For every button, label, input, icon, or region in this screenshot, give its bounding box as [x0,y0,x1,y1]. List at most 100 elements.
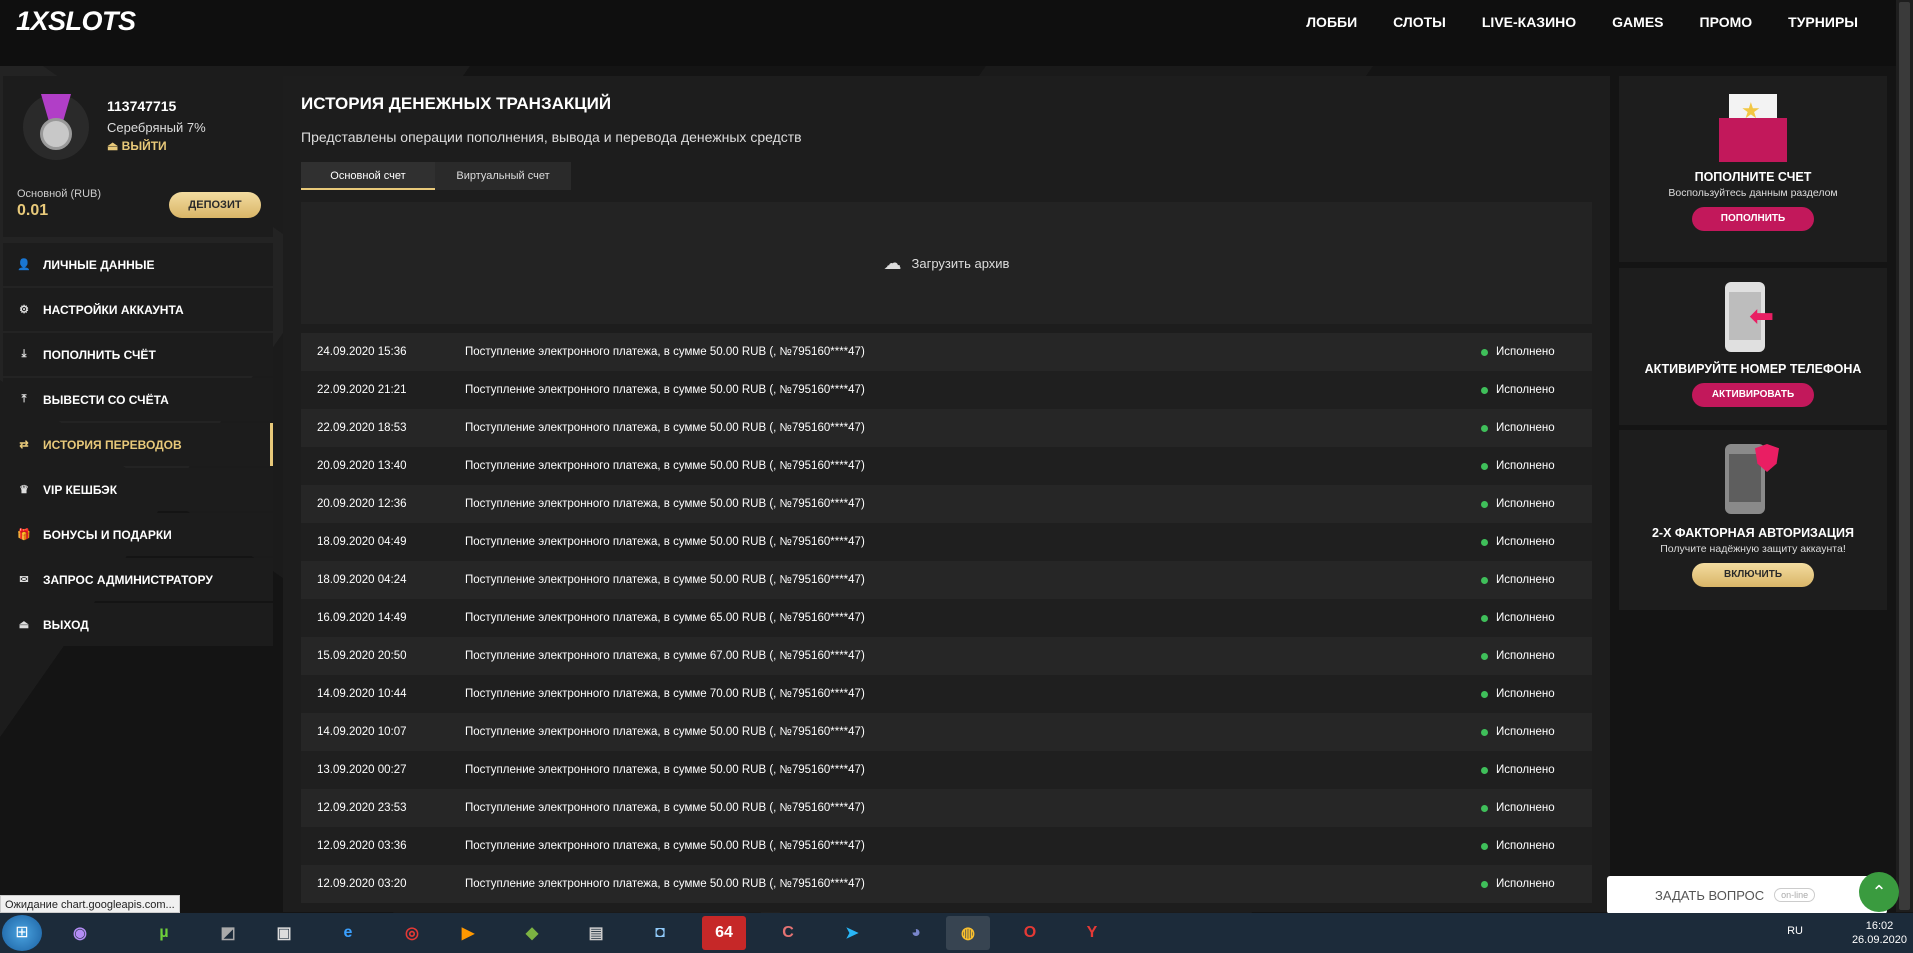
nav-live-casino[interactable]: LIVE-КАЗИНО [1482,14,1576,30]
user-icon: 👤 [17,259,31,271]
transaction-date: 20.09.2020 13:40 [317,460,407,472]
table-row: 20.09.2020 12:36 Поступление электронного… [301,485,1592,523]
opera-icon[interactable]: O [1008,916,1052,950]
status-dot-icon [1481,614,1488,622]
browser-status-bar: Ожидание chart.googleapis.com... [0,895,180,913]
file-manager-icon[interactable]: ▣ [262,916,306,950]
sidebar-item-6[interactable]: 🎁 БОНУСЫ И ПОДАРКИ [3,513,273,556]
phone-activation-button[interactable]: АКТИВИРОВАТЬ [1692,383,1814,407]
ask-question-label: ЗАДАТЬ ВОПРОС [1655,887,1765,903]
twofa-subtitle: Получите надёжную защиту аккаунта! [1660,543,1846,555]
status-label: Исполнено [1496,688,1555,700]
table-row: 16.09.2020 14:49 Поступление электронного… [301,599,1592,637]
disk-utility-icon[interactable]: ▤ [574,916,618,950]
deposit-promo-title: ПОПОЛНИТЕ СЧЕТ [1694,170,1812,184]
status-dot-icon [1481,500,1488,508]
status-dot-icon [1481,538,1488,546]
tab-virtual-account[interactable]: Виртуальный счет [435,162,571,190]
aida64-icon[interactable]: 64 [702,916,746,950]
sidebar-item-4[interactable]: ⇄ ИСТОРИЯ ПЕРЕВОДОВ [3,423,273,466]
yandex-browser-icon[interactable]: Y [1070,916,1114,950]
windows-taskbar: ⊞ ◉ µ ◩ ▣ e ◎ ▶ ◆ ▤ ◘ 64 C ➤ ◕ ◍ O Y RU … [0,913,1913,953]
transaction-description: Поступление электронного платежа, в сумм… [465,498,865,510]
sidebar-item-0[interactable]: 👤 ЛИЧНЫЕ ДАННЫЕ [3,243,273,286]
nav-lobby[interactable]: ЛОББИ [1306,14,1357,30]
transaction-date: 13.09.2020 00:27 [317,764,407,776]
table-row: 18.09.2020 04:24 Поступление электронного… [301,561,1592,599]
alice-assistant-icon[interactable]: ◉ [58,916,102,950]
deposit-promo-button[interactable]: ПОПОЛНИТЬ [1692,207,1814,231]
transaction-date: 18.09.2020 04:24 [317,574,407,586]
transaction-description: Поступление электронного платежа, в сумм… [465,574,865,586]
media-player-icon[interactable]: ▶ [446,916,490,950]
cloud-download-icon: ☁ [883,252,902,273]
chrome-icon[interactable]: ◍ [946,916,990,950]
page-scrollbar[interactable] [1896,0,1913,912]
vip-level: Серебряный 7% [107,120,206,135]
chevron-up-icon[interactable]: ⌃ [1859,872,1899,912]
tab-main-account[interactable]: Основной счет [301,162,435,190]
sidebar-item-label: VIP КЕШБЭК [43,482,118,497]
transaction-status: Исполнено [1481,840,1555,852]
transaction-status: Исполнено [1481,802,1555,814]
logout-link[interactable]: ⏏ ВЫЙТИ [107,139,167,153]
status-label: Исполнено [1496,536,1555,548]
transaction-date: 22.09.2020 18:53 [317,422,407,434]
bluestacks-icon[interactable]: ◆ [510,916,554,950]
sidebar-item-label: ЛИЧНЫЕ ДАННЫЕ [43,257,155,272]
gears-icon: ⚙ [19,304,29,316]
nav-slots[interactable]: СЛОТЫ [1393,14,1446,30]
download-archive-button[interactable]: ☁ Загрузить архив [301,202,1592,324]
utorrent-icon[interactable]: µ [142,916,186,950]
internet-explorer-icon[interactable]: e [326,916,370,950]
twofa-panel: 2-Х ФАКТОРНАЯ АВТОРИЗАЦИЯ Получите надёж… [1619,430,1887,610]
status-label: Исполнено [1496,802,1555,814]
ccleaner-icon[interactable]: C [766,916,810,950]
car-game-icon[interactable]: ◘ [638,916,682,950]
sidebar-item-2[interactable]: ⤓ ПОПОЛНИТЬ СЧЁТ [3,333,273,376]
nvidia-icon[interactable]: ◩ [206,916,250,950]
nav-games[interactable]: GAMES [1612,14,1663,30]
balance-label: Основной (RUB) [17,188,102,200]
transaction-description: Поступление электронного платежа, в сумм… [465,650,865,662]
crown-icon: ♛ [19,484,29,496]
windows-start-icon[interactable]: ⊞ [2,915,42,951]
sidebar-item-label: ВЫВЕСТИ СО СЧЁТА [43,392,169,407]
user-id: 113747715 [107,98,177,114]
site-logo[interactable]: 1XSLOTS [16,6,136,37]
sidebar-item-7[interactable]: ✉ ЗАПРОС АДМИНИСТРАТОРУ [3,558,273,601]
nav-tournaments[interactable]: ТУРНИРЫ [1788,14,1858,30]
transaction-description: Поступление электронного платежа, в сумм… [465,802,865,814]
ask-question-widget[interactable]: ЗАДАТЬ ВОПРОС on-line ⌃ [1607,872,1899,914]
status-label: Исполнено [1496,346,1555,358]
sidebar-item-5[interactable]: ♛ VIP КЕШБЭК [3,468,273,511]
sidebar-item-3[interactable]: ⤒ ВЫВЕСТИ СО СЧЁТА [3,378,273,421]
balance-value: 0.01 [17,202,49,219]
status-dot-icon [1481,880,1488,888]
transaction-status: Исполнено [1481,726,1555,738]
telegram-icon[interactable]: ➤ [830,916,874,950]
table-row: 14.09.2020 10:07 Поступление электронного… [301,713,1592,751]
status-dot-icon [1481,652,1488,660]
discord-icon[interactable]: ◕ [894,916,938,950]
transaction-description: Поступление электронного платежа, в сумм… [465,764,865,776]
sidebar-item-1[interactable]: ⚙ НАСТРОЙКИ АККАУНТА [3,288,273,331]
transaction-description: Поступление электронного платежа, в сумм… [465,384,865,396]
scrollbar-thumb[interactable] [1899,2,1910,910]
language-indicator[interactable]: RU [1787,925,1803,937]
table-row: 20.09.2020 13:40 Поступление электронного… [301,447,1592,485]
antivirus-icon[interactable]: ◎ [390,916,434,950]
deposit-button[interactable]: ДЕПОЗИТ [169,192,261,218]
twofa-enable-button[interactable]: ВКЛЮЧИТЬ [1692,563,1814,587]
phone-activation-title: АКТИВИРУЙТЕ НОМЕР ТЕЛЕФОНА [1644,362,1862,376]
status-label: Исполнено [1496,840,1555,852]
transaction-date: 12.09.2020 03:36 [317,840,407,852]
transaction-description: Поступление электронного платежа, в сумм… [465,612,865,624]
status-dot-icon [1481,462,1488,470]
status-dot-icon [1481,728,1488,736]
system-clock[interactable]: 16:02 26.09.2020 [1852,919,1907,947]
sidebar-item-label: ПОПОЛНИТЬ СЧЁТ [43,347,156,362]
nav-promo[interactable]: ПРОМО [1700,14,1753,30]
sidebar-item-8[interactable]: ⏏ ВЫХОД [3,603,273,646]
transaction-status: Исполнено [1481,498,1555,510]
